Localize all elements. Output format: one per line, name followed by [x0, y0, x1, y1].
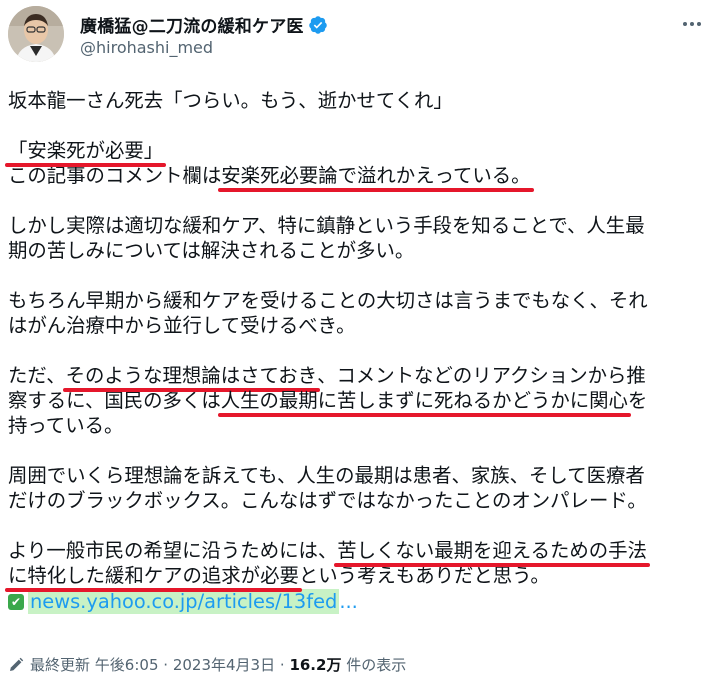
text-run: だけのブラックボックス。こんなはずではなかったことのオンパレード。: [8, 489, 647, 512]
article-link[interactable]: news.yahoo.co.jp/articles/13fed: [28, 589, 340, 614]
underlined-phrase: 「安楽死が必要」: [8, 139, 164, 162]
text-run: この記事のコメント欄は: [8, 164, 222, 187]
underlined-phrase: に特化した緩和ケアの追求が必要: [8, 564, 299, 587]
meta-separator: ·: [163, 655, 169, 674]
link-row: ✔ news.yahoo.co.jp/articles/13fed...: [8, 589, 713, 614]
views-count: 16.2万: [289, 656, 342, 674]
text-run: しかし実際は適切な緩和ケア、特に鎮静という手段を知ることで、人生最: [8, 214, 645, 237]
tweet-line: 期の苦しみについては解決されることが多い。: [8, 238, 713, 263]
author-name-row[interactable]: 廣橋猛@二刀流の緩和ケア医: [80, 12, 328, 37]
underlined-phrase: 人生の最期に苦しまずに死ねるかどうかに関心: [220, 389, 628, 412]
tweet-line: はがん治療中から並行して受けるべき。: [8, 313, 713, 338]
tweet-date[interactable]: 2023年4月3日: [173, 654, 275, 675]
author-display-name[interactable]: 廣橋猛@二刀流の緩和ケア医: [80, 12, 304, 37]
edit-pencil-icon[interactable]: [8, 657, 24, 673]
text-run: 周囲でいくら理想論を訴えても、人生の最期は患者、家族、そして医療者: [8, 464, 645, 487]
meta-separator: ·: [279, 655, 285, 674]
text-run: を: [627, 389, 648, 412]
text-run: ただ、: [8, 364, 66, 387]
text-run: 察するに、国民の多くは: [8, 389, 221, 412]
text-run: 坂本龍一さん死去「つらい。もう、逝かせてくれ」: [8, 89, 453, 112]
avatar[interactable]: [8, 6, 64, 62]
tweet-line: 周囲でいくら理想論を訴えても、人生の最期は患者、家族、そして医療者: [8, 463, 713, 488]
underlined-phrase: 苦しくない最期を迎えるための手法: [337, 539, 647, 562]
more-options-icon[interactable]: [680, 14, 704, 34]
tweet-time[interactable]: 午後6:05: [95, 654, 159, 675]
tweet-line: だけのブラックボックス。こんなはずではなかったことのオンパレード。: [8, 488, 713, 513]
checkmark-icon: ✔: [8, 593, 24, 610]
underlined-phrase: そのような理想論はさておき: [65, 364, 318, 387]
avatar-photo-icon: [8, 6, 64, 62]
text-run: 期の苦しみについては解決されることが多い。: [8, 239, 415, 262]
tweet-line: ただ、そのような理想論はさておき、コメントなどのリアクションから推: [8, 363, 713, 388]
edited-label[interactable]: 最終更新: [30, 654, 90, 675]
tweet-line: より一般市民の希望に沿うためには、苦しくない最期を迎えるための手法: [8, 538, 713, 563]
views-label: 件の表示: [346, 656, 407, 674]
tweet-line: もちろん早期から緩和ケアを受けることの大切さは言うまでもなく、それ: [8, 288, 713, 313]
tweet-line: 坂本龍一さん死去「つらい。もう、逝かせてくれ」: [8, 88, 713, 113]
tweet-meta: 最終更新 午後6:05 · 2023年4月3日 · 16.2万 件の表示: [8, 654, 406, 675]
tweet-line: しかし実際は適切な緩和ケア、特に鎮静という手段を知ることで、人生最: [8, 213, 713, 238]
text-run: より一般市民の希望に沿うためには、: [8, 539, 338, 562]
text-run: という考えもありだと思う。: [298, 564, 550, 587]
text-run: はがん治療中から並行して受けるべき。: [8, 314, 356, 337]
underlined-phrase: 安楽死必要論で溢れかえっている。: [221, 164, 531, 187]
text-run: 持っている。: [8, 414, 124, 437]
tweet-text: 坂本龍一さん死去「つらい。もう、逝かせてくれ」 「安楽死が必要」 この記事のコメント…: [8, 88, 713, 614]
verified-badge-icon[interactable]: [308, 15, 328, 35]
article-link-ellipsis[interactable]: ...: [339, 589, 358, 614]
text-run: 、コメントなどのリアクションから推: [317, 364, 646, 387]
tweet-line: 「安楽死が必要」: [8, 138, 713, 163]
text-run: もちろん早期から緩和ケアを受けることの大切さは言うまでもなく、それ: [8, 289, 648, 312]
author-handle[interactable]: @hirohashi_med: [80, 38, 213, 57]
